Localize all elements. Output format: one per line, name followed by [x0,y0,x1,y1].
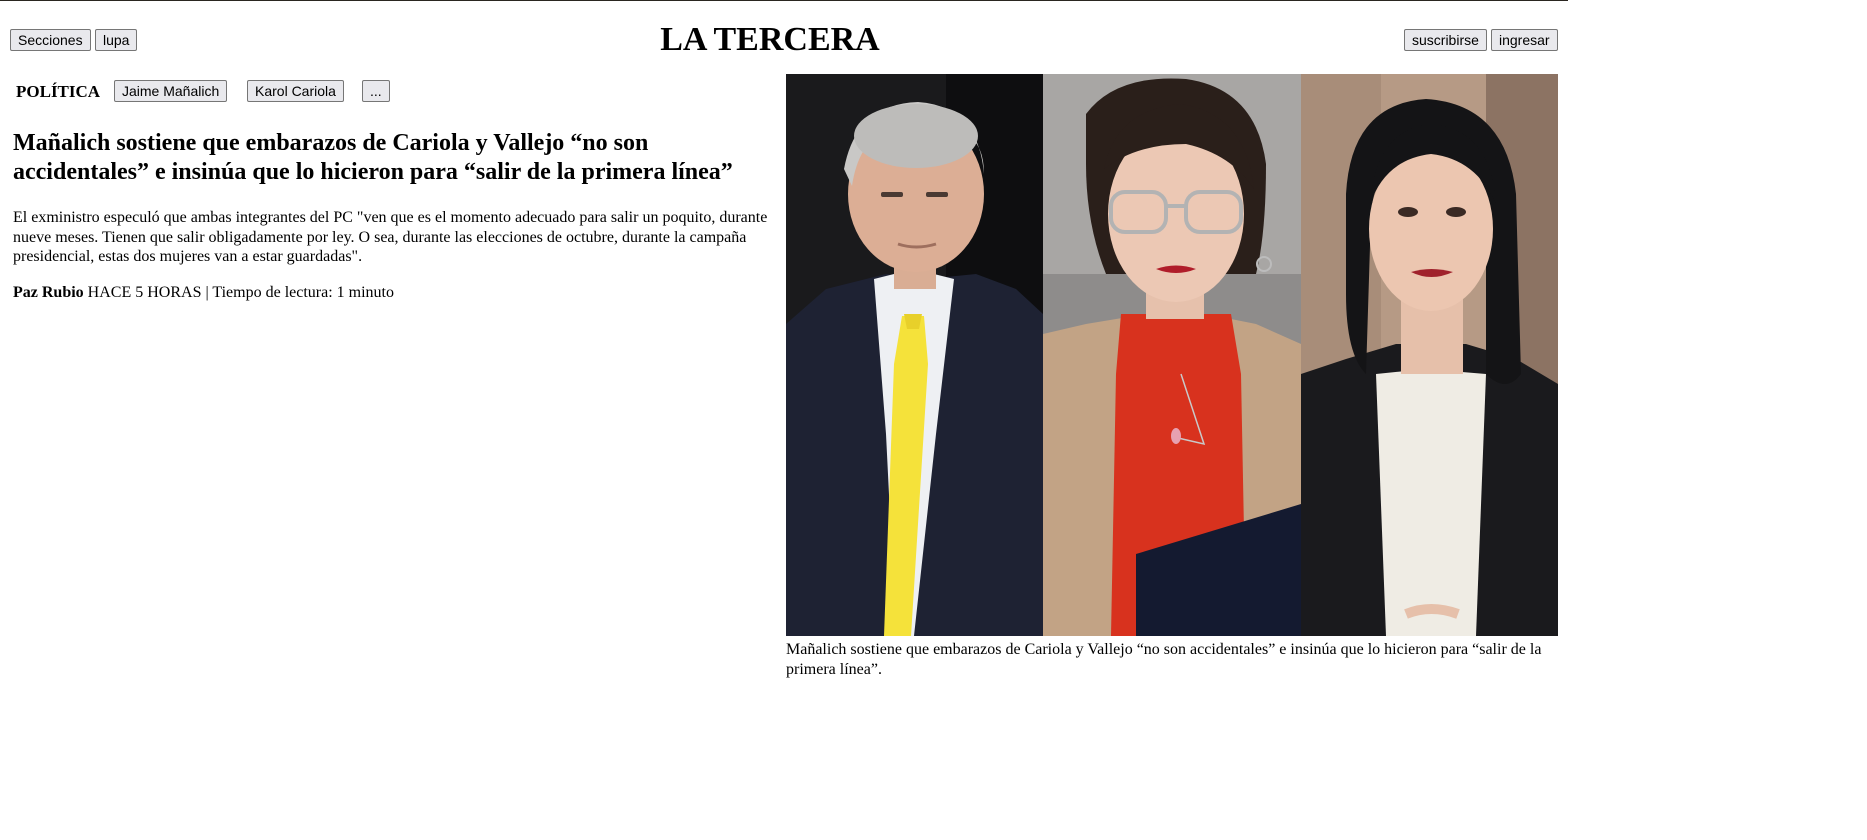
article-byline: Paz Rubio HACE 5 HORAS | Tiempo de lectu… [13,283,783,303]
image-caption: Mañalich sostiene que embarazos de Cario… [786,641,1542,678]
portrait-panel-center [1043,74,1301,636]
published-time: HACE 5 HORAS [87,284,202,301]
tag-karol-cariola[interactable]: Karol Cariola [247,80,344,102]
portrait-panel-left [786,74,1043,636]
author-name[interactable]: Paz Rubio [13,284,84,301]
article-headline: Mañalich sostiene que embarazos de Cario… [13,130,733,185]
subscribe-button[interactable]: suscribirse [1404,29,1487,51]
site-logo[interactable]: LA TERCERA [0,20,1540,60]
lead-image-graphic [786,74,1558,636]
byline-separator: | [205,284,209,301]
article-summary: El exministro especuló que ambas integra… [13,209,768,265]
portrait-panel-right [1301,74,1558,636]
login-button[interactable]: ingresar [1491,29,1558,51]
tag-jaime-manalich[interactable]: Jaime Mañalich [114,80,228,102]
top-rule [0,0,1568,1]
tags-more-button[interactable]: ... [362,80,390,102]
reading-time: Tiempo de lectura: 1 minuto [212,284,394,301]
section-label[interactable]: POLÍTICA [16,81,100,103]
lead-image [786,74,1558,636]
